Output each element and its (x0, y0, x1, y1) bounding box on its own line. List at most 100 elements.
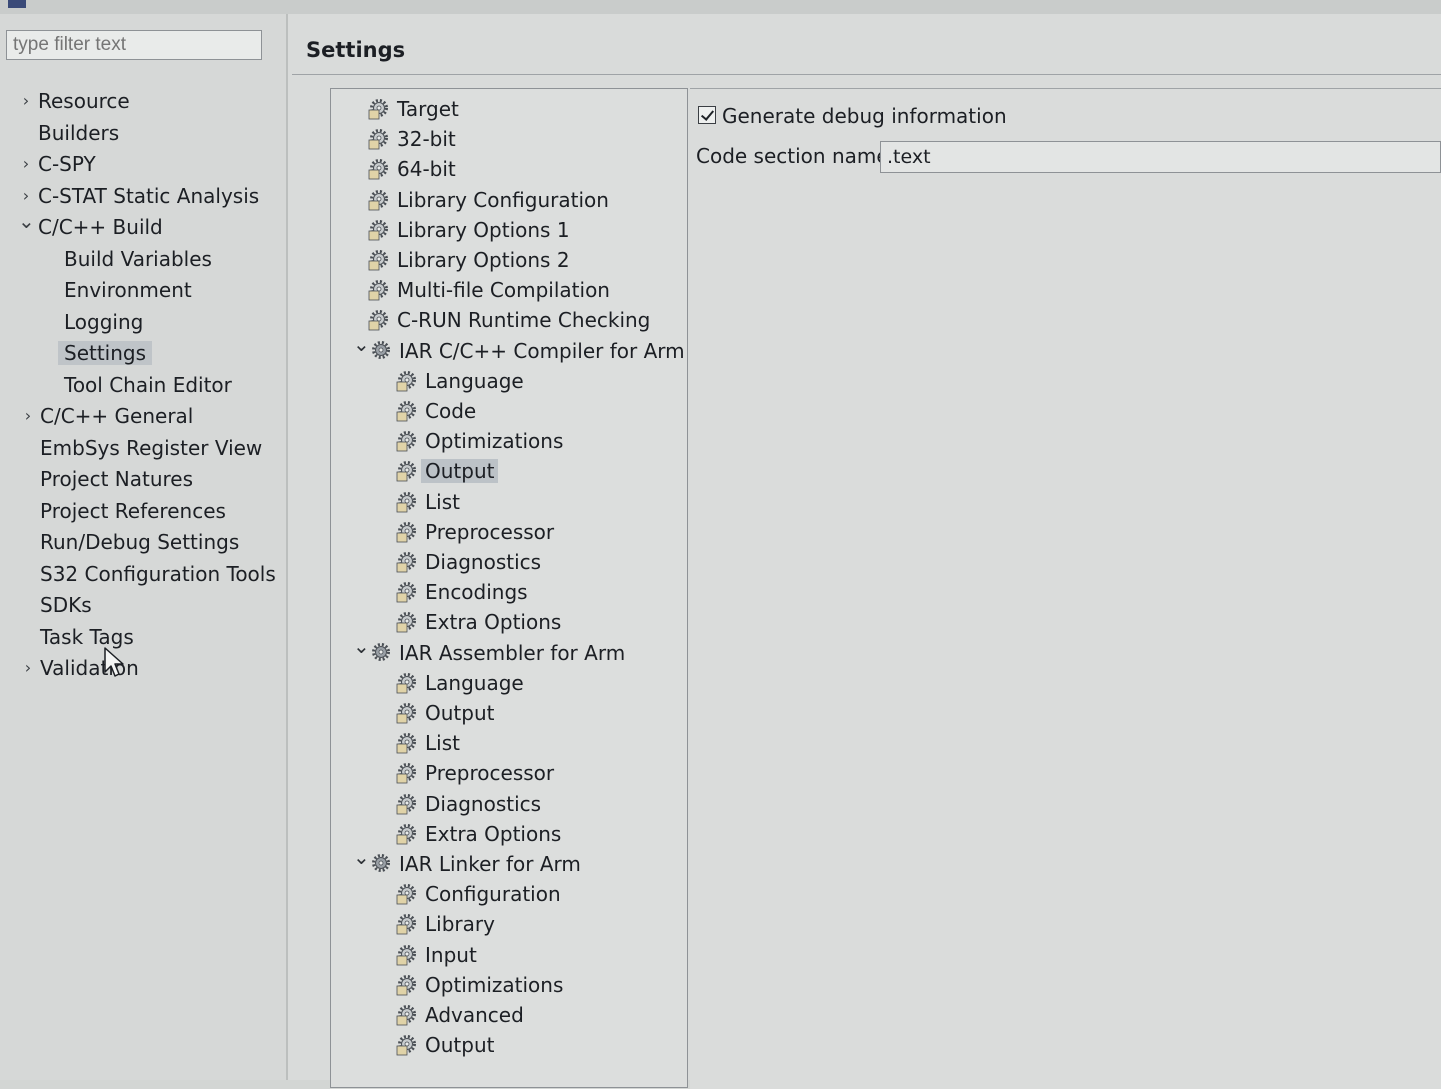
tree-item-label: C-RUN Runtime Checking (397, 308, 651, 333)
tree-item-label: Extra Options (425, 821, 562, 846)
tree-page-optimizations[interactable]: Optimizations (396, 971, 563, 999)
tree-page-encodings[interactable]: Encodings (396, 578, 528, 606)
tree-item-label: Language (425, 670, 524, 695)
nav-item-resource[interactable]: › Resource (23, 87, 130, 115)
generate-debug-checkbox[interactable] (698, 106, 716, 124)
tree-item-label: Diagnostics (425, 791, 542, 816)
tool-settings-tree: Target 32-bit 64-bit Library Configuration L… (330, 88, 688, 1088)
settings-gear-icon (396, 793, 416, 814)
tree-page-64-bit[interactable]: 64-bit (368, 155, 456, 183)
nav-item-settings[interactable]: Settings (58, 339, 153, 367)
nav-item-s32-configuration-tools[interactable]: S32 Configuration Tools (40, 560, 276, 588)
tree-page-code[interactable]: Code (396, 397, 476, 425)
nav-item-c-c-build[interactable]: ⌄ C/C++ Build (18, 209, 163, 241)
settings-gear-icon (396, 944, 416, 965)
settings-gear-icon (396, 763, 416, 784)
tree-page-c-run-runtime-checking[interactable]: C-RUN Runtime Checking (368, 306, 651, 334)
chevron-down-icon[interactable]: ⌄ (18, 207, 35, 235)
nav-item-c-c-general[interactable]: › C/C++ General (25, 402, 194, 430)
chevron-right-icon[interactable]: › (20, 654, 36, 682)
settings-gear-icon (368, 280, 388, 301)
tree-page-target[interactable]: Target (368, 95, 459, 123)
nav-item-c-spy[interactable]: › C-SPY (23, 150, 96, 178)
tree-item-label: IAR Linker for Arm (399, 852, 581, 876)
tree-page-diagnostics[interactable]: Diagnostics (396, 548, 541, 576)
nav-item-label: Settings (58, 341, 153, 365)
tree-page-library[interactable]: Library (396, 910, 495, 938)
nav-item-run-debug-settings[interactable]: Run/Debug Settings (40, 528, 239, 556)
tree-page-optimizations[interactable]: Optimizations (396, 427, 564, 455)
tree-item-label: Language (425, 368, 524, 393)
tree-page-extra-options[interactable]: Extra Options (396, 820, 562, 848)
tree-tool-iar-linker-for-arm[interactable]: ⌄ IAR Linker for Arm (353, 845, 581, 878)
code-section-input[interactable]: .text (880, 141, 1441, 173)
nav-item-label: Build Variables (64, 246, 212, 271)
nav-item-tool-chain-editor[interactable]: Tool Chain Editor (64, 371, 232, 399)
tree-page-output[interactable]: Output (396, 457, 499, 485)
nav-item-build-variables[interactable]: Build Variables (64, 245, 212, 273)
nav-item-project-references[interactable]: Project References (40, 497, 226, 525)
tree-page-extra-options[interactable]: Extra Options (396, 608, 561, 636)
tree-item-label: Advanced (425, 1003, 524, 1027)
chevron-down-icon[interactable]: ⌄ (353, 330, 370, 358)
tree-page-output[interactable]: Output (396, 1031, 494, 1059)
tree-page-output[interactable]: Output (396, 699, 495, 727)
tree-tool-iar-assembler-for-arm[interactable]: ⌄ IAR Assembler for Arm (353, 634, 626, 667)
chevron-right-icon[interactable]: › (18, 150, 34, 178)
settings-panel: Settings Target 32-bit 64-bit Library Confi… (288, 14, 1441, 1089)
chevron-right-icon[interactable]: › (20, 402, 36, 430)
tree-item-label: Optimizations (425, 429, 564, 454)
tree-page-diagnostics[interactable]: Diagnostics (396, 790, 542, 818)
title-separator (292, 74, 1441, 75)
tree-page-list[interactable]: List (396, 488, 460, 516)
nav-item-c-stat-static-analysis[interactable]: › C-STAT Static Analysis (23, 182, 259, 210)
tree-item-label: IAR Assembler for Arm (399, 640, 626, 665)
tree-page-language[interactable]: Language (396, 367, 524, 395)
settings-gear-icon (396, 370, 416, 392)
tree-page-library-options-2[interactable]: Library Options 2 (368, 246, 570, 274)
nav-item-label: C/C++ General (40, 404, 194, 428)
settings-gear-icon (368, 189, 388, 210)
tree-page-input[interactable]: Input (396, 941, 477, 969)
nav-item-label: SDKs (40, 593, 92, 617)
chevron-right-icon[interactable]: › (18, 87, 34, 115)
nav-item-builders[interactable]: Builders (38, 119, 119, 147)
tree-page-preprocessor[interactable]: Preprocessor (396, 518, 555, 546)
nav-item-environment[interactable]: Environment (64, 276, 192, 304)
tree-page-configuration[interactable]: Configuration (396, 880, 561, 908)
tree-page-advanced[interactable]: Advanced (396, 1001, 524, 1029)
tree-item-label: Preprocessor (425, 519, 555, 544)
nav-item-sdks[interactable]: SDKs (40, 591, 92, 619)
tool-gear-icon (372, 642, 390, 661)
nav-item-embsys-register-view[interactable]: EmbSys Register View (40, 434, 262, 462)
settings-gear-icon (396, 401, 416, 422)
nav-item-label: Run/Debug Settings (40, 530, 240, 554)
tree-page-32-bit[interactable]: 32-bit (368, 125, 456, 153)
tree-page-list[interactable]: List (396, 729, 460, 757)
app-icon (8, 0, 26, 8)
chevron-down-icon[interactable]: ⌄ (353, 632, 370, 660)
settings-gear-icon (396, 823, 416, 845)
nav-item-project-natures[interactable]: Project Natures (40, 465, 193, 493)
tree-item-label: Input (425, 942, 477, 967)
chevron-right-icon[interactable]: › (18, 182, 34, 210)
tree-page-library-configuration[interactable]: Library Configuration (368, 186, 609, 214)
nav-item-logging[interactable]: Logging (64, 308, 143, 336)
tree-item-label: IAR C/C++ Compiler for Arm (399, 338, 685, 363)
settings-gear-icon (368, 250, 388, 271)
tree-item-label: Output (425, 701, 495, 725)
settings-gear-icon (396, 703, 416, 724)
tree-page-library-options-1[interactable]: Library Options 1 (368, 216, 570, 244)
chevron-down-icon[interactable]: ⌄ (353, 843, 370, 871)
tree-page-preprocessor[interactable]: Preprocessor (396, 759, 554, 787)
settings-gear-icon (368, 99, 388, 120)
settings-gear-icon (396, 521, 416, 543)
nav-item-label: Builders (38, 120, 120, 145)
tree-item-label: 32-bit (397, 127, 456, 152)
tree-page-language[interactable]: Language (396, 669, 524, 697)
filter-input[interactable] (6, 30, 262, 60)
settings-gear-icon (396, 914, 416, 935)
tree-tool-iar-c-c-compiler-for-arm[interactable]: ⌄ IAR C/C++ Compiler for Arm (353, 332, 685, 365)
tree-page-multi-file-compilation[interactable]: Multi-file Compilation (368, 276, 610, 304)
mouse-pointer-icon (104, 647, 124, 677)
